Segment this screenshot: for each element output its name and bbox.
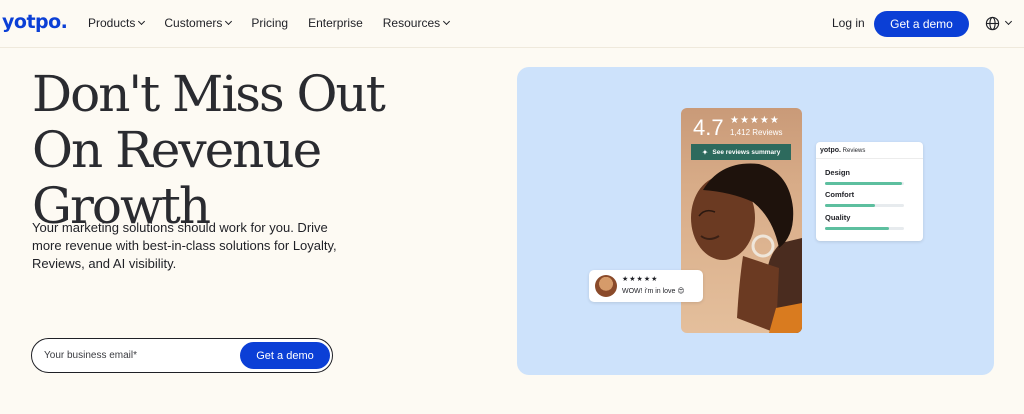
- hero-subtitle: Your marketing solutions should work for…: [32, 220, 337, 271]
- card-brand: yotpo.: [820, 147, 841, 154]
- login-link[interactable]: Log in: [832, 16, 865, 30]
- nav-products[interactable]: Products: [88, 16, 146, 30]
- metric-label: Design: [825, 168, 851, 177]
- comment-text: WOW! i'm in love 😍: [622, 288, 685, 295]
- sparkle-icon: ✦: [701, 147, 709, 157]
- headline-line: On Revenue: [32, 121, 322, 179]
- nav-products-label: Products: [88, 16, 136, 30]
- metric-fill: [825, 227, 889, 230]
- review-count: 1,412 Reviews: [730, 128, 783, 137]
- card-header: yotpo. Reviews: [820, 147, 865, 154]
- headline-line: Don't Miss Out: [32, 65, 386, 123]
- top-nav: yotpo. Products Customers Pricing Enterp…: [0, 0, 1024, 48]
- chevron-down-icon: [138, 17, 146, 25]
- metric-fill: [825, 204, 875, 207]
- metric-bar: [825, 227, 904, 230]
- chevron-down-icon: [443, 17, 451, 25]
- metric-bar: [825, 182, 904, 185]
- nav-enterprise[interactable]: Enterprise: [308, 16, 363, 30]
- nav-enterprise-label: Enterprise: [308, 16, 363, 30]
- nav-resources[interactable]: Resources: [382, 16, 451, 30]
- reviews-card: yotpo. Reviews Design Comfort Quality: [816, 142, 923, 241]
- metric-bar: [825, 204, 904, 207]
- nav-pricing[interactable]: Pricing: [251, 16, 288, 30]
- see-reviews-summary-button[interactable]: ✦ See reviews summary: [691, 144, 791, 160]
- globe-icon[interactable]: [985, 16, 1000, 31]
- nav-resources-label: Resources: [382, 16, 441, 30]
- summary-label: See reviews summary: [712, 148, 781, 156]
- nav-customers-label: Customers: [164, 16, 223, 30]
- main-menu: Products Customers Pricing Enterprise Re…: [88, 16, 469, 30]
- metric-label: Comfort: [825, 190, 855, 199]
- email-form: Get a demo: [31, 338, 333, 373]
- yotpo-logo[interactable]: yotpo.: [2, 11, 68, 33]
- nav-customers[interactable]: Customers: [164, 16, 233, 30]
- rating-value: 4.7: [693, 115, 724, 140]
- chevron-down-icon[interactable]: [1004, 17, 1013, 26]
- divider: [816, 158, 923, 159]
- metric-label: Quality: [825, 213, 851, 222]
- metric-fill: [825, 182, 902, 185]
- form-get-demo-button[interactable]: Get a demo: [240, 342, 330, 369]
- nav-pricing-label: Pricing: [251, 16, 289, 30]
- get-demo-button[interactable]: Get a demo: [874, 11, 969, 37]
- star-rating: ★★★★★: [730, 115, 780, 126]
- star-rating: ★★★★★: [622, 276, 659, 283]
- email-field[interactable]: [44, 339, 234, 372]
- review-comment-card: ★★★★★ WOW! i'm in love 😍: [589, 270, 703, 302]
- avatar: [595, 275, 617, 297]
- card-title: Reviews: [842, 148, 866, 154]
- chevron-down-icon: [225, 17, 233, 25]
- page-headline: Don't Miss Out On Revenue Growth: [32, 66, 432, 234]
